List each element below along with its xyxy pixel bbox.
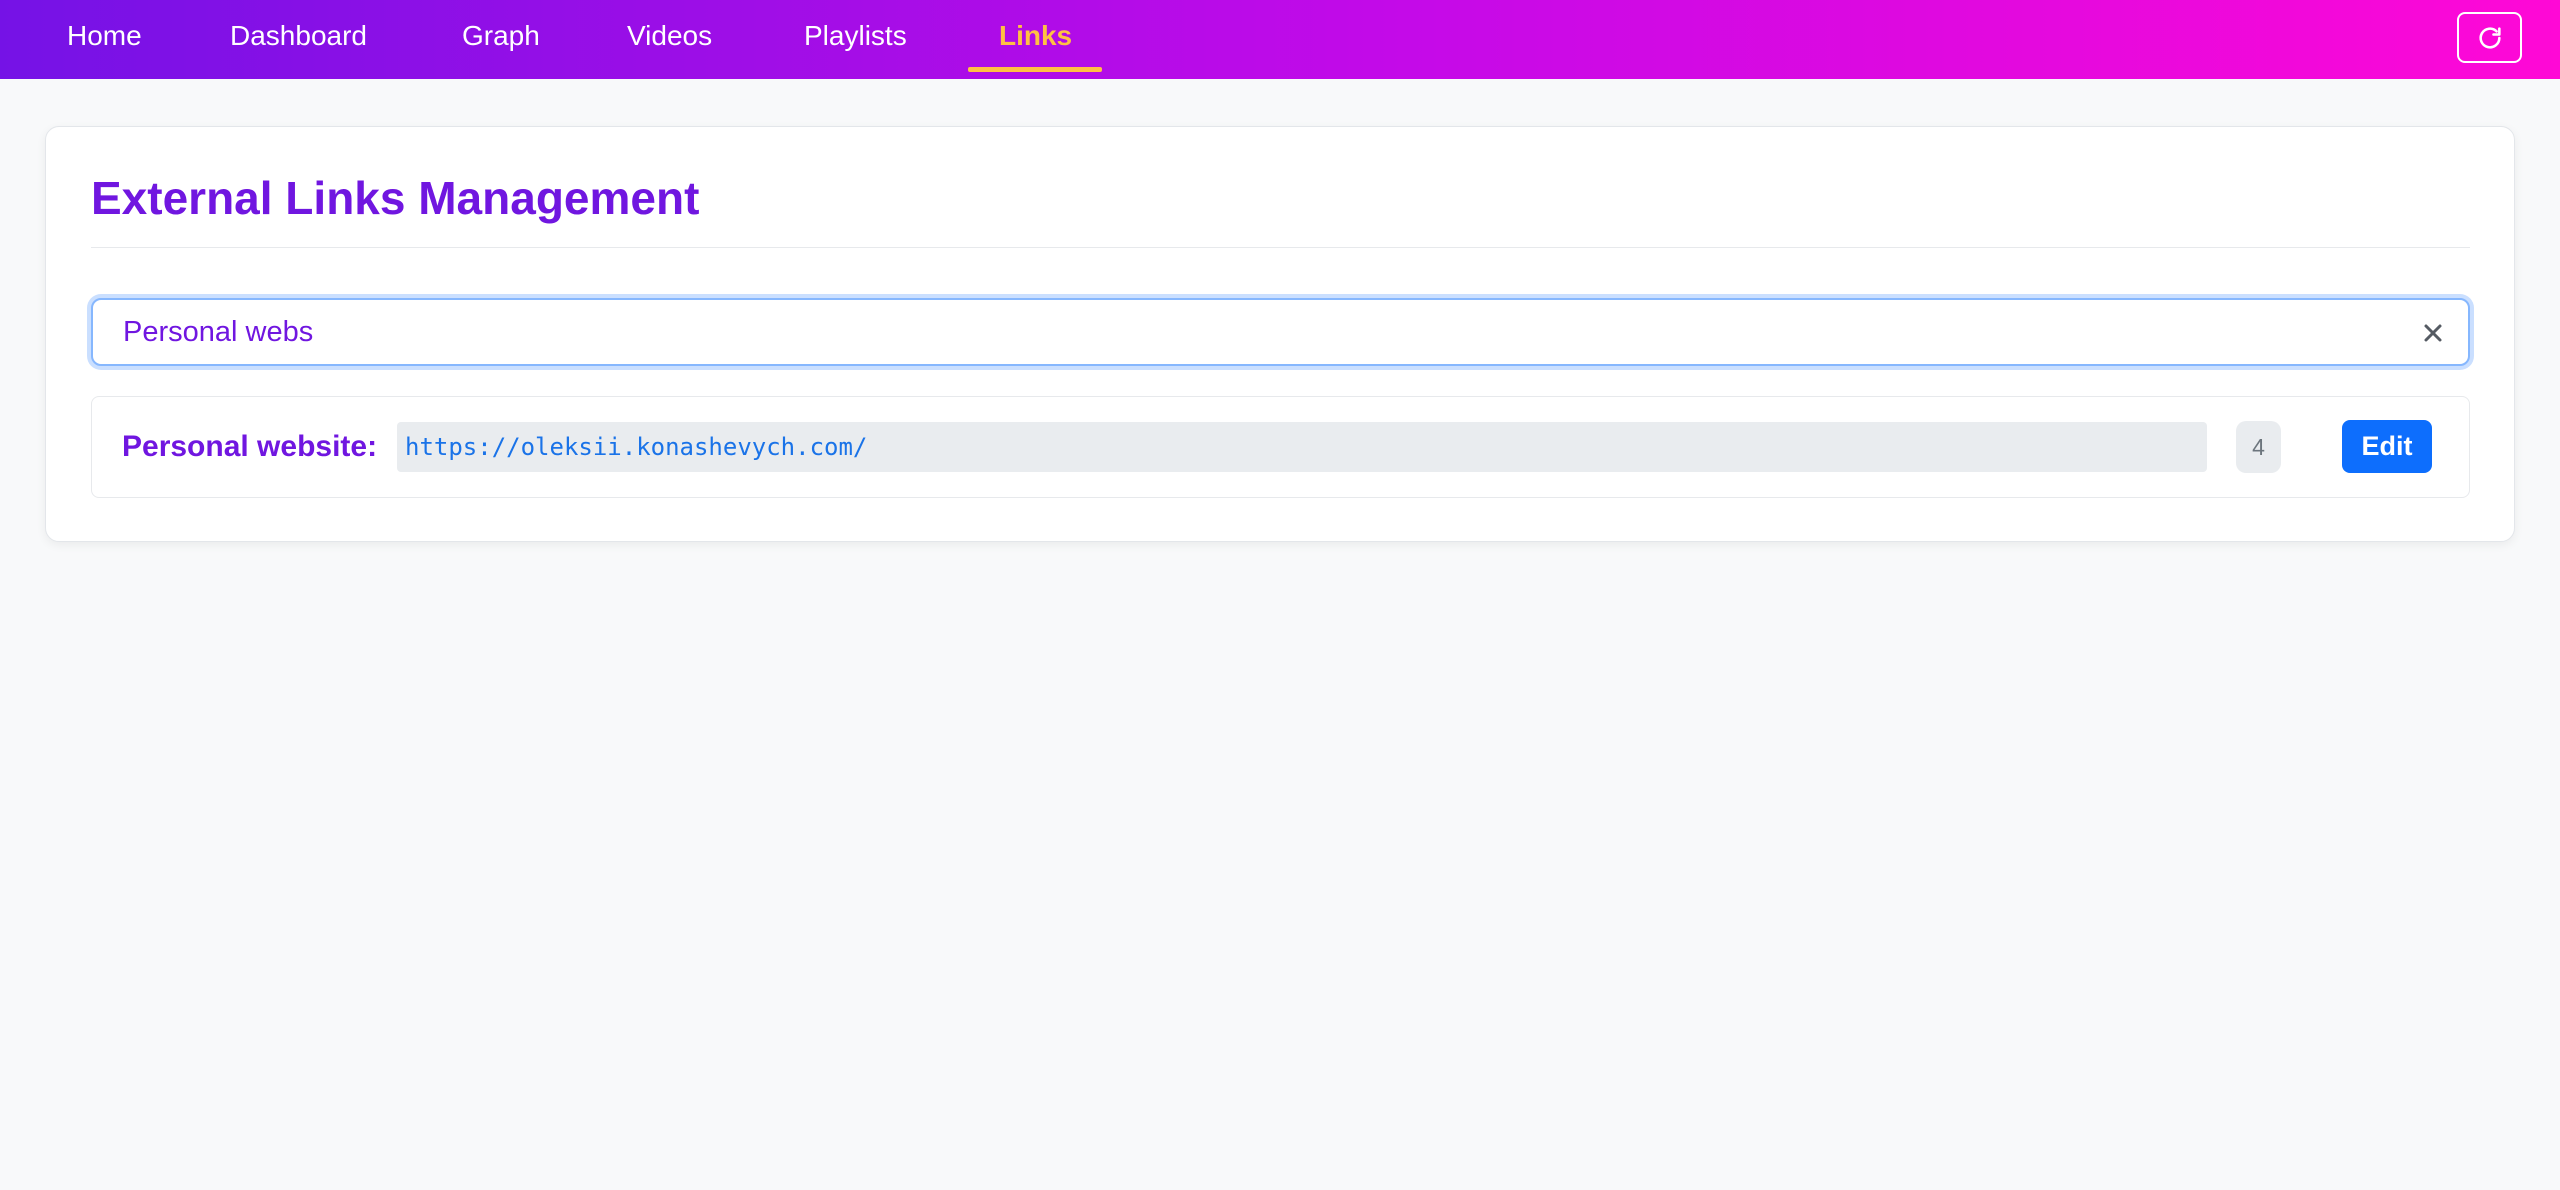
top-navbar: Home Dashboard Graph Videos Playlists Li… bbox=[0, 0, 2560, 79]
link-label: Personal website: bbox=[122, 430, 378, 463]
nav-item-videos[interactable]: Videos bbox=[627, 0, 712, 74]
title-divider bbox=[91, 247, 2470, 248]
close-icon bbox=[2423, 323, 2443, 343]
nav-item-home[interactable]: Home bbox=[67, 0, 142, 74]
link-url[interactable]: https://oleksii.konashevych.com/ bbox=[397, 422, 2207, 472]
edit-link-button[interactable]: Edit bbox=[2342, 420, 2432, 473]
nav-item-playlists[interactable]: Playlists bbox=[804, 0, 907, 74]
clear-search-button[interactable] bbox=[2416, 316, 2450, 350]
refresh-icon bbox=[2476, 24, 2504, 52]
active-nav-indicator bbox=[968, 67, 1102, 72]
search-input[interactable] bbox=[93, 300, 2468, 364]
nav-item-links[interactable]: Links bbox=[999, 0, 1072, 74]
link-row: Personal website: https://oleksii.konash… bbox=[91, 396, 2470, 498]
link-count-badge: 4 bbox=[2236, 421, 2281, 473]
refresh-button[interactable] bbox=[2457, 12, 2522, 63]
nav-item-graph[interactable]: Graph bbox=[462, 0, 540, 74]
links-management-card: External Links Management Personal websi… bbox=[45, 126, 2515, 542]
nav-item-dashboard[interactable]: Dashboard bbox=[230, 0, 367, 74]
page-title: External Links Management bbox=[91, 172, 700, 224]
search-box bbox=[91, 298, 2470, 366]
